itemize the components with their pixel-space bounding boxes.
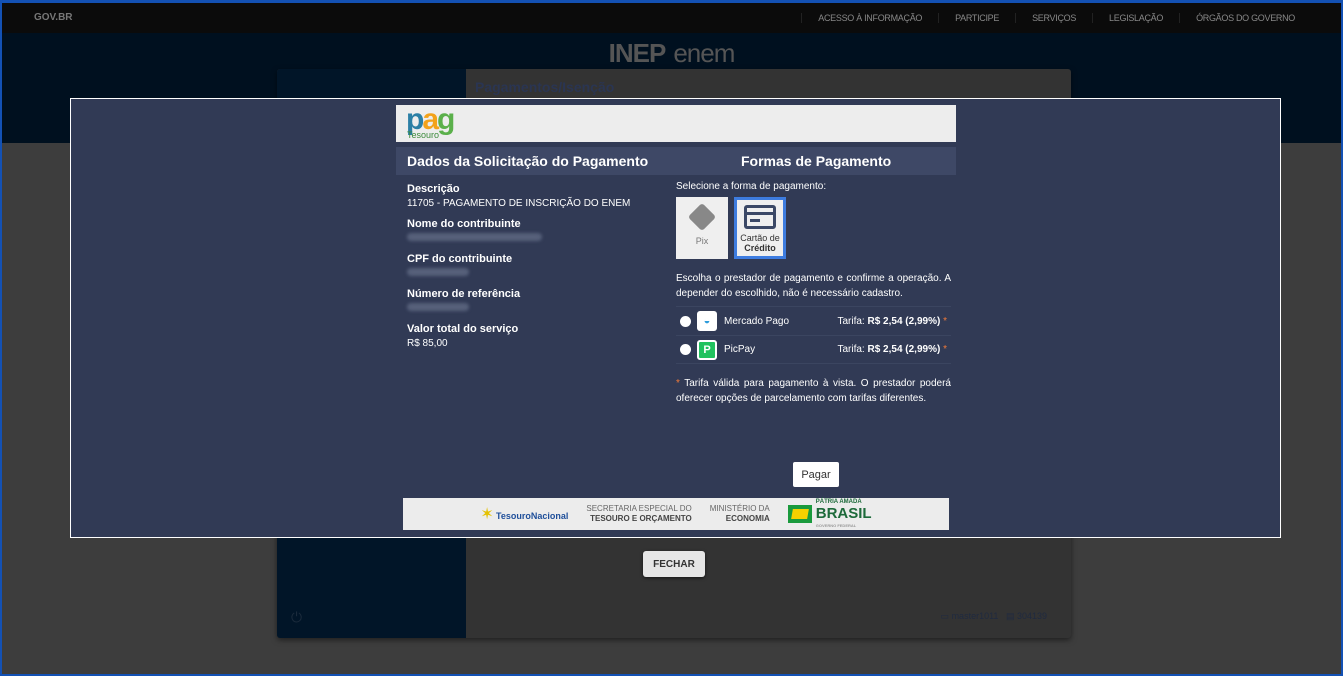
request-details: Descrição 11705 - PAGAMENTO DE INSCRIÇÃO… xyxy=(407,183,630,350)
select-label: Selecione a forma de pagamento: xyxy=(676,181,827,192)
card-label-bold: Crédito xyxy=(744,243,776,253)
gov-links: ACESSO À INFORMAÇÃO PARTICIPE SERVIÇOS L… xyxy=(801,13,1311,23)
pix-label: Pix xyxy=(695,236,709,246)
redacted-value xyxy=(407,303,630,315)
monitor-icon: ▭ xyxy=(940,611,952,621)
provider-row[interactable]: ◒ Mercado Pago Tarifa: R$ 2,54 (2,99%) * xyxy=(676,306,951,335)
method-options: Pix Cartão de Crédito xyxy=(676,197,951,259)
card-label: Cartão de xyxy=(740,233,780,243)
field-label: Descrição xyxy=(407,183,460,195)
field-label: Número de referência xyxy=(407,288,521,300)
provider-fee: Tarifa: R$ 2,54 (2,99%) * xyxy=(837,316,947,327)
payment-methods: Selecione a forma de pagamento: Pix Cart… xyxy=(676,181,951,406)
brasil-logo: PÁTRIA AMADA BRASIL GOVERNO FEDERAL xyxy=(787,496,872,532)
inep-enem-logo: INEP enem xyxy=(2,40,1341,66)
pagtesouro-logo-bar: pag Tesouro xyxy=(396,105,956,142)
credit-card-button[interactable]: Cartão de Crédito xyxy=(734,197,786,259)
provider-name: Mercado Pago xyxy=(724,315,790,327)
pay-button[interactable]: Pagar xyxy=(793,462,839,487)
redacted-value xyxy=(407,268,630,280)
picpay-icon: P xyxy=(697,339,717,360)
asterisk: * xyxy=(676,378,680,389)
left-header: Dados da Solicitação do Pagamento xyxy=(407,153,649,169)
provider-fee: Tarifa: R$ 2,54 (2,99%) * xyxy=(837,344,947,355)
tesouro-text: TesouroNacional xyxy=(496,511,569,521)
server-icon: ▤ xyxy=(1005,611,1017,621)
link-servicos[interactable]: SERVIÇOS xyxy=(1015,13,1092,23)
ministerio-logo: MINISTÉRIO DA ECONOMIA xyxy=(710,504,770,524)
link-orgaos-governo[interactable]: ÓRGÃOS DO GOVERNO xyxy=(1179,13,1311,23)
machine-name: master1011 xyxy=(951,611,999,621)
page-title: Pagamentos/Isenção xyxy=(475,79,615,95)
provider-radio[interactable] xyxy=(680,344,691,355)
secretaria-logo: SECRETARIA ESPECIAL DO TESOURO E ORÇAMENT… xyxy=(586,504,691,524)
min-line1: MINISTÉRIO DA xyxy=(709,504,770,513)
status-footer: ▭ master1011 ▤ 304139 xyxy=(941,611,1047,622)
redacted-value xyxy=(407,233,630,245)
instructions: Escolha o prestador de pagamento e confi… xyxy=(676,273,951,299)
close-button[interactable]: FECHAR xyxy=(643,551,705,577)
link-legislacao[interactable]: LEGISLAÇÃO xyxy=(1092,13,1179,23)
fee-note: * Tarifa válida para pagamento à vista. … xyxy=(676,376,951,406)
payment-modal: pag Tesouro Dados da Solicitação do Paga… xyxy=(70,98,1281,538)
power-icon[interactable]: ⏻ xyxy=(291,609,302,626)
asterisk: * xyxy=(943,315,947,327)
pix-button[interactable]: Pix xyxy=(676,197,728,259)
fee-label: Tarifa: xyxy=(837,315,865,327)
right-header: Formas de Pagamento xyxy=(741,153,892,169)
field-label: CPF do contribuinte xyxy=(407,253,513,265)
session-code: 304139 xyxy=(1016,611,1047,621)
field-value: 11705 - PAGAMENTO DE INSCRIÇÃO DO ENEM xyxy=(407,198,631,209)
fee-label: Tarifa: xyxy=(837,344,865,355)
link-acesso-informacao[interactable]: ACESSO À INFORMAÇÃO xyxy=(801,13,938,23)
inep-logo: INEP xyxy=(608,38,667,68)
tesouro-nacional-logo: ✶ TesouroNacional xyxy=(480,504,568,524)
provider-name: PicPay xyxy=(724,344,756,355)
pix-icon xyxy=(687,202,717,232)
link-participe[interactable]: PARTICIPE xyxy=(938,13,1015,23)
note-text: Tarifa válida para pagamento à vista. O … xyxy=(676,378,951,404)
provider-list: ◒ Mercado Pago Tarifa: R$ 2,54 (2,99%) *… xyxy=(676,306,951,364)
sec-line2: TESOURO E ORÇAMENTO xyxy=(590,514,692,523)
provider-row[interactable]: P PicPay Tarifa: R$ 2,54 (2,99%) * xyxy=(676,335,951,364)
pagtesouro-logo-sub: Tesouro xyxy=(407,130,440,140)
section-header: Dados da Solicitação do Pagamento Formas… xyxy=(396,147,956,175)
field-label: Nome do contribuinte xyxy=(407,218,521,230)
gov-br-logo[interactable]: GOV.BR xyxy=(34,12,73,23)
sec-line1: SECRETARIA ESPECIAL DO xyxy=(586,504,692,513)
credit-card-icon xyxy=(744,205,776,229)
gov-top-bar: GOV.BR ACESSO À INFORMAÇÃO PARTICIPE SER… xyxy=(2,3,1341,33)
footer-logos: ✶ TesouroNacional SECRETARIA ESPECIAL DO… xyxy=(403,498,949,530)
flag-icon xyxy=(787,505,812,523)
min-line2: ECONOMIA xyxy=(725,514,770,523)
field-value: R$ 85,00 xyxy=(407,338,448,349)
star-icon: ✶ xyxy=(480,506,494,523)
field-label: Valor total do serviço xyxy=(407,323,519,335)
fee-value: R$ 2,54 (2,99%) xyxy=(867,344,941,355)
provider-radio[interactable] xyxy=(680,315,691,327)
enem-logo: enem xyxy=(673,38,735,68)
asterisk: * xyxy=(943,344,947,355)
mercado-pago-icon: ◒ xyxy=(697,311,717,331)
fee-value: R$ 2,54 (2,99%) xyxy=(867,315,941,327)
